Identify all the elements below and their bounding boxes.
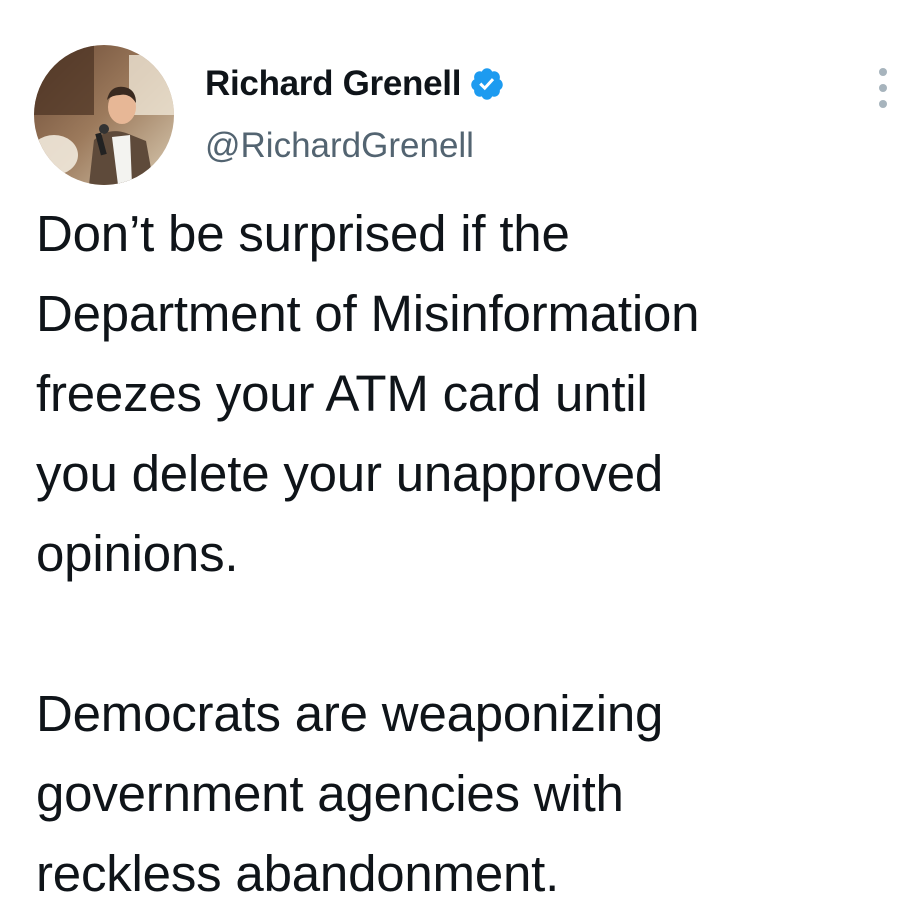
verified-badge-icon [471, 68, 503, 100]
tweet-paragraph: Don’t be surprised if the Department of … [36, 205, 700, 582]
author-display-name[interactable]: Richard Grenell [205, 64, 461, 104]
more-vertical-icon[interactable] [870, 68, 896, 108]
author-name-row[interactable]: Richard Grenell [205, 64, 505, 104]
tweet-paragraph: Democrats are weaponizing government age… [36, 685, 664, 902]
avatar-photo [34, 45, 174, 185]
dot [879, 68, 887, 76]
tweet-text: Don’t be surprised if the Department of … [36, 194, 896, 914]
avatar[interactable] [34, 45, 174, 185]
author-handle[interactable]: @RichardGrenell [205, 126, 474, 166]
tweet-card: Richard Grenell @RichardGrenell Don’t be… [0, 0, 903, 913]
dot [879, 100, 887, 108]
dot [879, 84, 887, 92]
